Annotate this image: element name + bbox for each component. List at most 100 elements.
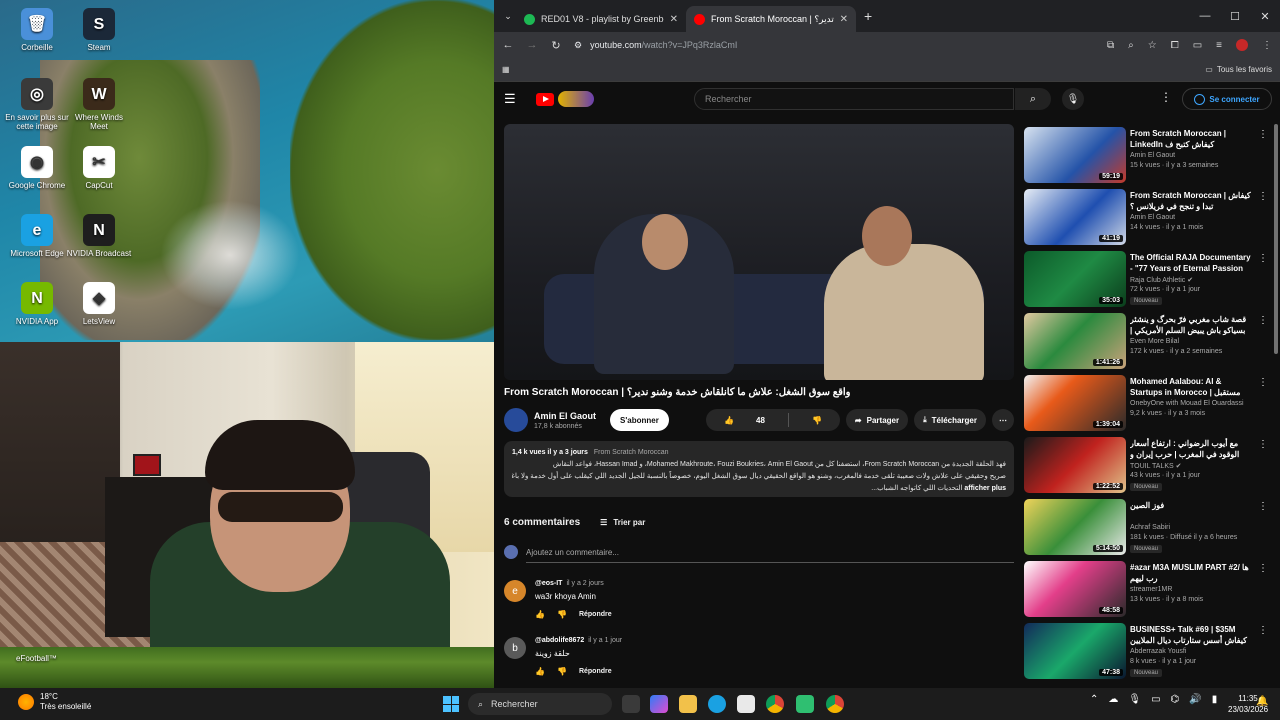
edge-taskbar-icon[interactable] — [708, 695, 726, 713]
desktop-icon-nvidia-broadcast[interactable]: N NVIDIA Broadcast — [66, 214, 132, 258]
network-icon[interactable]: ⌬ — [1171, 694, 1180, 705]
video-thumbnail[interactable]: 47:38 — [1024, 623, 1126, 679]
onedrive-icon[interactable]: ☁ — [1108, 694, 1118, 705]
comment-avatar[interactable]: e — [504, 580, 526, 602]
new-tab-button[interactable]: + — [864, 8, 872, 24]
media-control-icon[interactable]: ≡ — [1216, 40, 1222, 51]
comment-avatar[interactable]: b — [504, 637, 526, 659]
chrome-profile-taskbar-icon[interactable] — [826, 695, 844, 713]
desktop-icon-info-camera[interactable]: ◎ En savoir plus sur cette image — [4, 78, 70, 131]
desktop-icon-efootball-label[interactable]: eFootball™ — [16, 654, 57, 663]
tab-search-dropdown-icon[interactable]: ⌄ — [500, 8, 516, 24]
like-button[interactable]: 👍 48 — [706, 409, 783, 431]
battery-icon[interactable]: ▮ — [1212, 694, 1218, 705]
more-actions-button[interactable]: ⋯ — [992, 409, 1014, 431]
show-more-link[interactable]: afficher plus — [964, 485, 1006, 492]
video-description[interactable]: 1,4 k vues il y a 3 jours From Scratch Mo… — [504, 441, 1014, 497]
recommended-video[interactable]: 47:38 BUSINESS+ Talk #69 | $35M كيفاش أسس… — [1024, 623, 1272, 679]
comment-dislike-icon[interactable]: 👎 — [557, 610, 567, 619]
desktop-icon-nvidia[interactable]: N NVIDIA App — [4, 282, 70, 326]
more-vert-icon[interactable]: ⋮ — [1258, 501, 1268, 512]
recommended-video[interactable]: 59:19 From Scratch Moroccan | LinkedIn كي… — [1024, 127, 1272, 183]
recommended-video[interactable]: 41:19 From Scratch Moroccan | كيفاش تبدا … — [1024, 189, 1272, 245]
recommended-title[interactable]: From Scratch Moroccan | كيفاش تبدا و تنج… — [1130, 190, 1252, 212]
desktop-icon-edge[interactable]: e Microsoft Edge — [4, 214, 70, 258]
recommended-video[interactable]: 1:41:26 قصة شاب مغربي فرّ بحرگ و ينشئر بس… — [1024, 313, 1272, 369]
apps-grid-icon[interactable]: ▦ — [502, 65, 510, 74]
desktop-icon-chrome[interactable]: ◉ Google Chrome — [4, 146, 70, 190]
settings-kebab-icon[interactable]: ⋮ — [1160, 90, 1172, 104]
more-vert-icon[interactable]: ⋮ — [1258, 439, 1268, 450]
desktop-icon-letsview[interactable]: ◈ LetsView — [66, 282, 132, 326]
forward-icon[interactable]: → — [526, 39, 538, 51]
microphone-icon[interactable]: 🎙 — [1062, 88, 1084, 110]
browser-menu-icon[interactable]: ⋮ — [1262, 40, 1272, 51]
reply-button[interactable]: Répondre — [579, 668, 612, 675]
recommended-video[interactable]: 48:58 #azar M3A MUSLIM PART #2/ ها رب ليه… — [1024, 561, 1272, 617]
sort-button[interactable]: ☰ Trier par — [600, 518, 645, 527]
more-vert-icon[interactable]: ⋮ — [1258, 563, 1268, 574]
recommended-video[interactable]: 35:03 The Official RAJA Documentary - "77… — [1024, 251, 1272, 307]
playlist-tag[interactable]: From Scratch Moroccan — [594, 449, 669, 456]
video-thumbnail[interactable]: 1:39:04 — [1024, 375, 1126, 431]
recommended-video[interactable]: 5:14:50 فوز الصين Achraf Sabiri 181 k vues … — [1024, 499, 1272, 555]
video-thumbnail[interactable]: 1:41:26 — [1024, 313, 1126, 369]
reply-button[interactable]: Répondre — [579, 611, 612, 618]
reload-icon[interactable]: ↻ — [550, 39, 562, 52]
video-thumbnail[interactable]: 1:22:52 — [1024, 437, 1126, 493]
all-bookmarks-button[interactable]: ▭ Tous les favoris — [1205, 65, 1272, 74]
tab-close-icon[interactable]: ✕ — [670, 14, 678, 25]
extensions-icon[interactable]: ⧠ — [1171, 40, 1179, 51]
recommended-title[interactable]: BUSINESS+ Talk #69 | $35M كيفاش أسس ستار… — [1130, 624, 1252, 646]
comment-author[interactable]: @eos-IT — [535, 580, 562, 587]
tab-manager-icon[interactable]: ▭ — [1193, 40, 1202, 51]
xbox-icon[interactable] — [796, 695, 814, 713]
mic-tray-icon[interactable]: 🎙 — [1128, 694, 1141, 705]
bookmark-star-icon[interactable]: ☆ — [1148, 40, 1157, 51]
volume-icon[interactable]: 🔊 — [1189, 694, 1201, 705]
desktop-icon-recycle-bin[interactable]: 🗑 Corbeille — [4, 8, 70, 52]
url-field[interactable]: ⚙ youtube.com/watch?v=JPq3RzlaCmI — [574, 40, 1095, 51]
zoom-icon[interactable]: ⌕ — [1128, 40, 1134, 51]
subscribe-button[interactable]: S'abonner — [610, 409, 669, 431]
add-comment-row[interactable]: Ajoutez un commentaire... — [504, 545, 1014, 563]
profile-avatar[interactable] — [1236, 39, 1248, 51]
channel-name[interactable]: Amin El Gaout — [534, 411, 596, 421]
chrome-taskbar-icon[interactable] — [766, 695, 784, 713]
more-vert-icon[interactable]: ⋮ — [1258, 315, 1268, 326]
channel-avatar[interactable] — [504, 408, 528, 432]
video-thumbnail[interactable]: 5:14:50 — [1024, 499, 1126, 555]
recommended-title[interactable]: Mohamed Aalabou: AI & Startups in Morocc… — [1130, 376, 1252, 398]
comment-dislike-icon[interactable]: 👎 — [557, 667, 567, 676]
desktop-icon-capcut[interactable]: ✂ CapCut — [66, 146, 132, 190]
share-button[interactable]: ➦ Partager — [845, 409, 909, 431]
recommended-title[interactable]: مع أيوب الرضواني : ارتفاع أسعار الوقود ف… — [1130, 438, 1252, 460]
video-thumbnail[interactable]: 48:58 — [1024, 561, 1126, 617]
tab-close-icon[interactable]: ✕ — [840, 14, 848, 25]
recommended-video[interactable]: 1:39:04 Mohamed Aalabou: AI & Startups in… — [1024, 375, 1272, 431]
menu-icon[interactable]: ☰ — [504, 91, 528, 107]
task-view-icon[interactable] — [622, 695, 640, 713]
store-icon[interactable] — [737, 695, 755, 713]
sidebar-scrollbar[interactable] — [1274, 124, 1278, 354]
recommended-title[interactable]: قصة شاب مغربي فرّ بحرگ و ينشئر بسياكو با… — [1130, 314, 1252, 336]
copilot-icon[interactable] — [650, 695, 668, 713]
minimize-button[interactable]: — — [1190, 10, 1220, 23]
recommended-title[interactable]: The Official RAJA Documentary - "77 Year… — [1130, 252, 1252, 274]
sign-in-button[interactable]: Se connecter — [1182, 88, 1272, 110]
more-vert-icon[interactable]: ⋮ — [1258, 191, 1268, 202]
recommended-video[interactable]: 1:22:52 مع أيوب الرضواني : ارتفاع أسعار ا… — [1024, 437, 1272, 493]
weather-widget[interactable]: 18°C Très ensoleillé — [18, 692, 91, 712]
comment-like-icon[interactable]: 👍 — [535, 610, 545, 619]
taskbar-search[interactable]: ⌕ Rechercher — [468, 693, 612, 715]
file-explorer-icon[interactable] — [679, 695, 697, 713]
display-icon[interactable]: ▭ — [1151, 694, 1160, 705]
more-vert-icon[interactable]: ⋮ — [1258, 129, 1268, 140]
close-window-button[interactable]: ✕ — [1250, 10, 1280, 23]
video-thumbnail[interactable]: 41:19 — [1024, 189, 1126, 245]
start-button[interactable] — [443, 696, 459, 712]
tray-chevron-icon[interactable]: ⌃ — [1090, 694, 1098, 705]
desktop-icon-steam[interactable]: S Steam — [66, 8, 132, 52]
search-input[interactable]: Rechercher — [694, 88, 1014, 110]
video-thumbnail[interactable]: 35:03 — [1024, 251, 1126, 307]
